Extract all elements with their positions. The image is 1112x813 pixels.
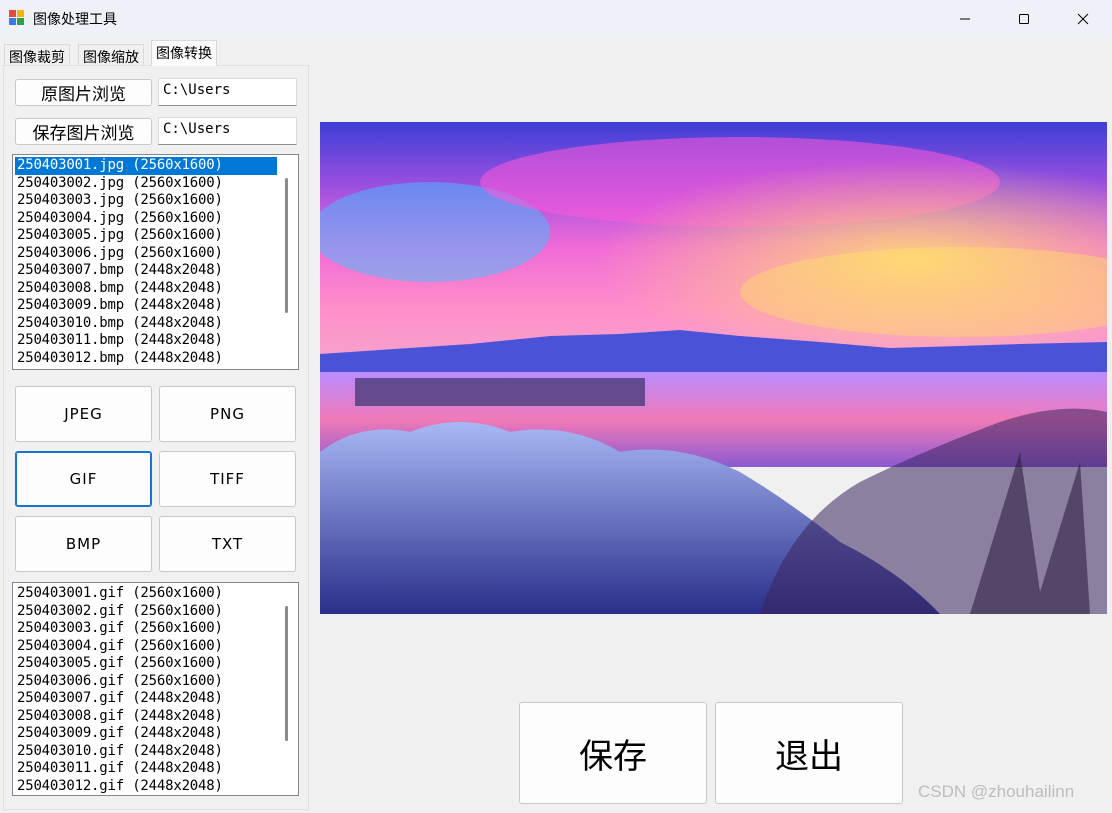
list-item[interactable]: 250403003.gif (2560x1600) [15,620,277,638]
save-path-field[interactable]: C:\Users [158,117,297,145]
tab-resize[interactable]: 图像缩放 [78,44,144,66]
window-title: 图像处理工具 [33,12,117,28]
list-item[interactable]: 250403002.gif (2560x1600) [15,603,277,621]
minimize-icon [960,18,970,19]
list-item[interactable]: 250403011.bmp (2448x2048) [15,332,277,350]
list-item[interactable]: 250403004.gif (2560x1600) [15,638,277,656]
format-gif-button[interactable]: GIF [15,451,152,507]
source-file-list[interactable]: 250403001.jpg (2560x1600) 250403002.jpg (… [12,154,299,370]
list-item[interactable]: 250403005.gif (2560x1600) [15,655,277,673]
format-tiff-button[interactable]: TIFF [159,451,296,507]
scrollbar-thumb[interactable] [285,606,288,741]
close-icon [1077,13,1089,24]
output-file-list[interactable]: 250403001.gif (2560x1600) 250403002.gif (… [12,582,299,796]
source-list-scrollbar[interactable] [277,156,297,368]
save-button[interactable]: 保存 [519,702,707,804]
format-bmp-button[interactable]: BMP [15,516,152,572]
source-browse-button[interactable]: 原图片浏览 [15,79,152,106]
list-item[interactable]: 250403005.jpg (2560x1600) [15,227,277,245]
list-item[interactable]: 250403001.gif (2560x1600) [15,585,277,603]
list-item[interactable]: 250403006.gif (2560x1600) [15,673,277,691]
minimize-button[interactable] [936,0,994,37]
tab-convert[interactable]: 图像转换 [151,40,217,66]
list-item[interactable]: 250403007.bmp (2448x2048) [15,262,277,280]
landscape-photo [320,122,1107,614]
image-preview [320,122,1107,614]
format-txt-button[interactable]: TXT [159,516,296,572]
list-item[interactable]: 250403003.jpg (2560x1600) [15,192,277,210]
list-item[interactable]: 250403001.jpg (2560x1600) [15,157,277,175]
list-item[interactable]: 250403002.jpg (2560x1600) [15,175,277,193]
list-item[interactable]: 250403008.gif (2448x2048) [15,708,277,726]
watermark-text: CSDN @zhouhailinn [918,782,1075,801]
list-item[interactable]: 250403009.bmp (2448x2048) [15,297,277,315]
list-item[interactable]: 250403007.gif (2448x2048) [15,690,277,708]
format-png-button[interactable]: PNG [159,386,296,442]
tab-crop[interactable]: 图像裁剪 [4,44,70,66]
exit-button[interactable]: 退出 [715,702,903,804]
list-item[interactable]: 250403012.gif (2448x2048) [15,778,277,796]
list-item[interactable]: 250403004.jpg (2560x1600) [15,210,277,228]
list-item[interactable]: 250403009.gif (2448x2048) [15,725,277,743]
close-button[interactable] [1054,0,1112,37]
save-browse-button[interactable]: 保存图片浏览 [15,118,152,145]
maximize-icon [1019,13,1029,24]
list-item[interactable]: 250403011.gif (2448x2048) [15,760,277,778]
list-item[interactable]: 250403010.bmp (2448x2048) [15,315,277,333]
list-item[interactable]: 250403008.bmp (2448x2048) [15,280,277,298]
source-path-field[interactable]: C:\Users [158,78,297,106]
output-list-scrollbar[interactable] [277,584,297,794]
list-item[interactable]: 250403010.gif (2448x2048) [15,743,277,761]
scrollbar-thumb[interactable] [285,178,288,313]
title-bar: 图像处理工具 [0,0,1112,37]
format-jpeg-button[interactable]: JPEG [15,386,152,442]
list-item[interactable]: 250403012.bmp (2448x2048) [15,350,277,368]
list-item[interactable]: 250403006.jpg (2560x1600) [15,245,277,263]
maximize-button[interactable] [995,0,1053,37]
app-icon [9,10,25,26]
